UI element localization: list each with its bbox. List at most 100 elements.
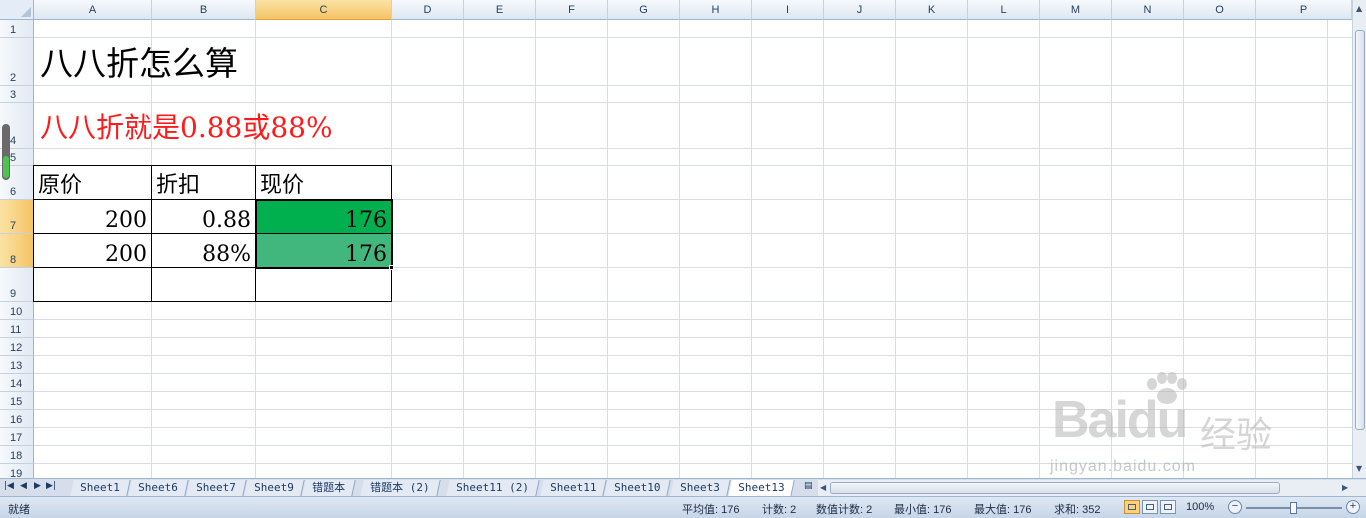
status-numeric-count: 数值计数: 2: [816, 504, 873, 516]
row-header-2[interactable]: 2: [0, 38, 34, 86]
vertical-scroll-thumb[interactable]: [1355, 30, 1365, 430]
status-count: 计数: 2: [762, 504, 797, 516]
zoom-percentage[interactable]: 100%: [1186, 501, 1214, 513]
horizontal-scroll-thumb[interactable]: [830, 482, 1280, 494]
row-header-8[interactable]: 8: [0, 234, 34, 268]
gridline: [34, 373, 1352, 374]
row-header-12[interactable]: 12: [0, 338, 34, 356]
status-average: 平均值: 176: [682, 504, 740, 516]
gridline: [34, 319, 1352, 320]
scroll-left-icon[interactable]: ◀: [820, 483, 826, 492]
column-header-m[interactable]: M: [1040, 0, 1112, 20]
column-header-c[interactable]: C: [256, 0, 392, 20]
cell-b9[interactable]: [152, 268, 256, 302]
sheet-tab-sheet6[interactable]: Sheet6: [128, 480, 189, 496]
row-header-15[interactable]: 15: [0, 392, 34, 410]
gridline: [34, 445, 1352, 446]
gridline: [34, 427, 1352, 428]
status-ready: 就绪: [8, 504, 30, 516]
horizontal-scrollbar[interactable]: ◀ ▶: [818, 480, 1366, 496]
status-bar: 就绪 平均值: 176 计数: 2 数值计数: 2 最小值: 176 最大值: …: [0, 496, 1366, 518]
page-break-view-button[interactable]: [1160, 500, 1176, 514]
column-header-i[interactable]: I: [752, 0, 824, 20]
gridline: [34, 391, 1352, 392]
cell-a7[interactable]: 200: [33, 200, 152, 234]
prev-sheet-icon[interactable]: ◀: [20, 481, 27, 491]
column-header-j[interactable]: J: [824, 0, 896, 20]
normal-view-button[interactable]: [1124, 500, 1140, 514]
sheet-tab-sheet10[interactable]: Sheet10: [604, 480, 672, 496]
sheet-tab-sheet9[interactable]: Sheet9: [244, 480, 305, 496]
sheet-tab-cuotiben[interactable]: 错题本: [302, 480, 356, 496]
gridline: [34, 102, 1352, 103]
sheet-tab-sheet3[interactable]: Sheet3: [670, 480, 731, 496]
column-header-h[interactable]: H: [680, 0, 752, 20]
next-sheet-icon[interactable]: ▶: [34, 481, 41, 491]
column-header-e[interactable]: E: [464, 0, 536, 20]
watermark-brand: Baidu: [1052, 391, 1188, 449]
column-header-k[interactable]: K: [896, 0, 968, 20]
zoom-level-indicator: [2, 124, 10, 180]
spreadsheet-grid[interactable]: A B C D E F G H I J K L M N O P 1 2 3 4 …: [0, 0, 1352, 478]
row-header-10[interactable]: 10: [0, 302, 34, 320]
sheet-tab-sheet13[interactable]: Sheet13: [728, 480, 796, 497]
row-header-1[interactable]: 1: [0, 20, 34, 38]
watermark-jingyan: 经验: [1200, 415, 1273, 456]
gridline: [34, 355, 1352, 356]
fill-handle[interactable]: [389, 265, 394, 270]
scroll-down-icon[interactable]: ▼: [1356, 464, 1362, 473]
zoom-out-button[interactable]: −: [1228, 500, 1242, 514]
page-layout-view-button[interactable]: [1142, 500, 1158, 514]
column-header-b[interactable]: B: [152, 0, 256, 20]
row-header-11[interactable]: 11: [0, 320, 34, 338]
sheet-tab-bar: |◀ ◀ ▶ ▶| Sheet1 Sheet6 Sheet7 Sheet9 错题…: [0, 478, 1366, 497]
cell-b6-header[interactable]: 折扣: [152, 165, 256, 200]
watermark-url: jingyan.baidu.com: [1050, 458, 1196, 475]
column-header-p[interactable]: P: [1256, 0, 1352, 20]
cell-a8[interactable]: 200: [33, 234, 152, 268]
cell-a2-title[interactable]: 八八折怎么算: [40, 44, 238, 84]
row-header-9[interactable]: 9: [0, 268, 34, 302]
zoom-in-button[interactable]: +: [1346, 500, 1360, 514]
gridline: [34, 148, 1352, 149]
scroll-right-icon[interactable]: ▶: [1342, 483, 1348, 492]
column-header-d[interactable]: D: [392, 0, 464, 20]
insert-sheet-icon[interactable]: ▤: [804, 481, 813, 491]
zoom-slider-thumb[interactable]: [1290, 502, 1297, 514]
column-header-g[interactable]: G: [608, 0, 680, 20]
zoom-level-fill: [3, 156, 9, 178]
column-header-a[interactable]: A: [34, 0, 152, 20]
row-header-19[interactable]: 19: [0, 464, 34, 478]
cell-a4-subtitle[interactable]: 八八折就是0.88或88%: [40, 110, 333, 146]
sheet-tab-sheet7[interactable]: Sheet7: [186, 480, 247, 496]
row-header-13[interactable]: 13: [0, 356, 34, 374]
row-header-17[interactable]: 17: [0, 428, 34, 446]
cell-c9[interactable]: [256, 268, 392, 302]
first-sheet-icon[interactable]: |◀: [4, 481, 14, 491]
gridline: [34, 37, 1352, 38]
gridline: [34, 463, 1352, 464]
status-max: 最大值: 176: [974, 504, 1032, 516]
row-header-18[interactable]: 18: [0, 446, 34, 464]
vertical-scrollbar[interactable]: ▲ ▼: [1352, 0, 1366, 478]
row-header-14[interactable]: 14: [0, 374, 34, 392]
sheet-tab-sheet1[interactable]: Sheet1: [70, 480, 131, 496]
scroll-up-icon[interactable]: ▲: [1356, 4, 1362, 13]
cell-a9[interactable]: [33, 268, 152, 302]
row-header-3[interactable]: 3: [0, 86, 34, 103]
column-header-f[interactable]: F: [536, 0, 608, 20]
cell-a6-header[interactable]: 原价: [33, 165, 152, 200]
cell-b8[interactable]: 88%: [152, 234, 256, 268]
sheet-tab-cuotiben-2[interactable]: 错题本 (2): [360, 480, 441, 496]
sheet-tab-sheet11-2[interactable]: Sheet11 (2): [446, 480, 540, 496]
column-header-n[interactable]: N: [1112, 0, 1184, 20]
column-header-o[interactable]: O: [1184, 0, 1256, 20]
cell-c6-header[interactable]: 现价: [256, 165, 392, 200]
last-sheet-icon[interactable]: ▶|: [46, 481, 56, 491]
column-header-l[interactable]: L: [968, 0, 1040, 20]
row-header-7[interactable]: 7: [0, 200, 34, 234]
row-header-16[interactable]: 16: [0, 410, 34, 428]
select-all-corner[interactable]: [0, 0, 34, 20]
cell-b7[interactable]: 0.88: [152, 200, 256, 234]
sheet-tab-sheet11[interactable]: Sheet11: [540, 480, 608, 496]
